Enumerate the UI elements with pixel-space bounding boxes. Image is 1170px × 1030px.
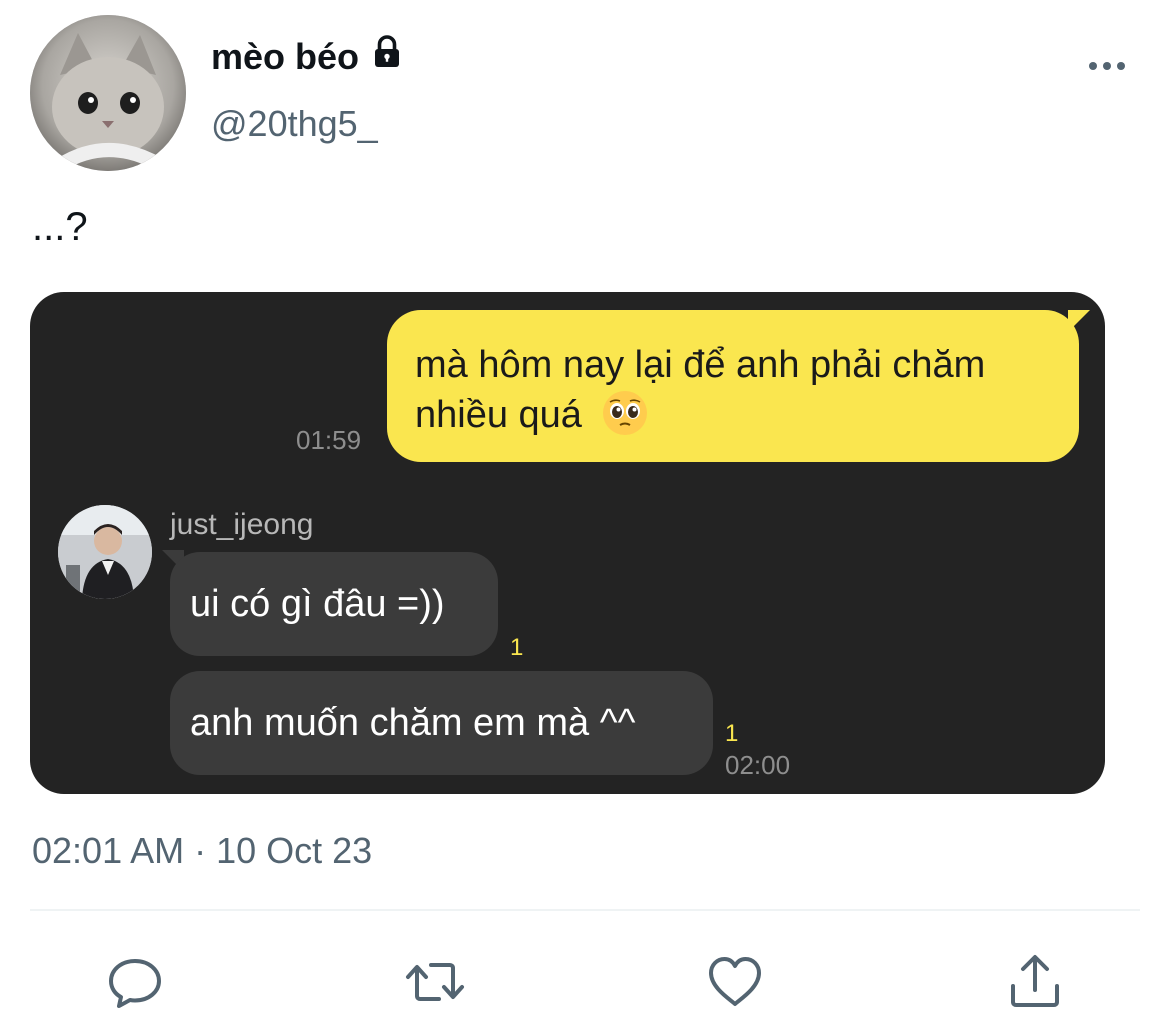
outgoing-message-time: 01:59: [296, 425, 362, 455]
display-name-text: mèo béo: [211, 36, 360, 77]
lock-icon: [369, 34, 405, 80]
chat-screenshot[interactable]: mà hôm nay lại để anh phải chăm nhiều qu…: [30, 292, 1105, 794]
reply-icon: [109, 959, 161, 1008]
incoming-message-bubble: ui có gì đâu =)): [170, 552, 498, 656]
divider: [30, 909, 1140, 911]
incoming-message-time: 02:00: [725, 750, 791, 780]
person-avatar-icon: [58, 505, 152, 599]
pleading-face-emoji-icon: [601, 389, 649, 437]
outgoing-message-bubble: mà hôm nay lại để anh phải chăm nhiều qu…: [387, 310, 1079, 462]
contact-name: just_ijeong: [170, 508, 314, 541]
user-handle[interactable]: @20thg5_: [211, 102, 378, 146]
retweet-button[interactable]: [405, 952, 465, 1012]
like-icon: [709, 957, 761, 1006]
unread-count: 1: [725, 720, 739, 747]
unread-count: 1: [510, 634, 524, 661]
kitten-avatar-icon: [30, 15, 186, 171]
more-options-icon[interactable]: [1085, 56, 1129, 76]
retweet-icon: [406, 963, 464, 1001]
incoming-message-bubble: anh muốn chăm em mà ^^: [170, 671, 713, 775]
like-button[interactable]: [705, 952, 765, 1012]
share-icon: [1011, 955, 1059, 1007]
reply-button[interactable]: [105, 952, 165, 1012]
contact-avatar[interactable]: [58, 505, 152, 599]
outgoing-message-text: mà hôm nay lại để anh phải chăm nhiều qu…: [415, 344, 986, 436]
display-name[interactable]: mèo béo: [211, 34, 405, 80]
share-button[interactable]: [1005, 952, 1065, 1012]
tweet-timestamp[interactable]: 02:01 AM · 10 Oct 23: [32, 829, 372, 873]
tweet-text: ...?: [32, 205, 88, 249]
profile-avatar[interactable]: [30, 15, 186, 171]
